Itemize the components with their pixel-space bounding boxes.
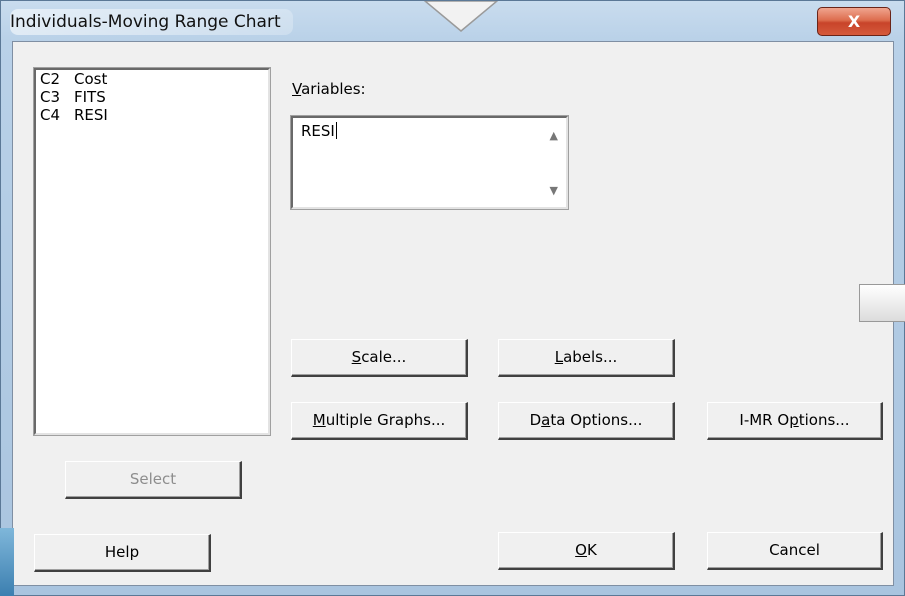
button-label: tions...: [798, 411, 850, 429]
button-label: D: [529, 411, 542, 429]
variables-input[interactable]: RESI ▲ ▼: [290, 115, 569, 210]
cancel-button[interactable]: Cancel: [707, 532, 883, 570]
input-text: RESI: [301, 122, 335, 140]
title-bar: Individuals-Moving Range Chart X: [1, 1, 904, 41]
label-text: ariables:: [301, 80, 366, 98]
mnemonic: V: [292, 80, 302, 98]
button-label: cale...: [361, 348, 407, 366]
labels-button[interactable]: Labels...: [498, 339, 675, 377]
imr-options-button[interactable]: I-MR Options...: [707, 402, 883, 440]
side-tab-overlay: [859, 284, 905, 322]
list-item[interactable]: C2 Cost: [36, 70, 268, 88]
button-label: ultiple Graphs...: [325, 411, 446, 429]
down-arrow-icon: [423, 1, 499, 32]
list-item[interactable]: C4 RESI: [36, 106, 268, 124]
scroll-down-icon[interactable]: ▼: [550, 185, 558, 197]
column-id: C4: [40, 106, 61, 124]
mnemonic: M: [312, 411, 326, 429]
mnemonic: L: [554, 348, 564, 366]
button-label: K: [586, 541, 597, 559]
column-id: C2: [40, 70, 61, 88]
dialog-title: Individuals-Moving Range Chart: [10, 9, 293, 35]
column-id: C3: [40, 88, 61, 106]
close-button[interactable]: X: [817, 7, 891, 36]
scroll-up-icon[interactable]: ▲: [550, 130, 558, 142]
variables-label: Variables:: [292, 80, 366, 98]
button-label: ta Options...: [550, 411, 643, 429]
ok-button[interactable]: OK: [498, 532, 675, 570]
mnemonic: O: [575, 541, 587, 559]
column-name: FITS: [74, 88, 106, 106]
button-label: abels...: [563, 348, 618, 366]
text-caret: [335, 122, 337, 139]
scale-button[interactable]: Scale...: [291, 339, 468, 377]
select-button[interactable]: Select: [65, 461, 242, 499]
dialog-client-area: C2 Cost C3 FITS C4 RESI Variables: RESI …: [12, 41, 894, 586]
mnemonic: S: [351, 348, 362, 366]
list-item[interactable]: C3 FITS: [36, 88, 268, 106]
multiple-graphs-button[interactable]: Multiple Graphs...: [291, 402, 468, 440]
dialog-window: Individuals-Moving Range Chart X C2 Cost…: [0, 0, 905, 596]
column-name: RESI: [74, 106, 108, 124]
variables-value: RESI: [301, 122, 337, 140]
help-button[interactable]: Help: [34, 534, 211, 572]
background-decoration: [0, 528, 14, 596]
column-list[interactable]: C2 Cost C3 FITS C4 RESI: [33, 67, 271, 436]
close-icon: X: [847, 12, 861, 31]
mnemonic: a: [541, 411, 551, 429]
mnemonic: p: [789, 411, 799, 429]
column-name: Cost: [74, 70, 108, 88]
data-options-button[interactable]: Data Options...: [498, 402, 675, 440]
button-label: I-MR O: [739, 411, 790, 429]
